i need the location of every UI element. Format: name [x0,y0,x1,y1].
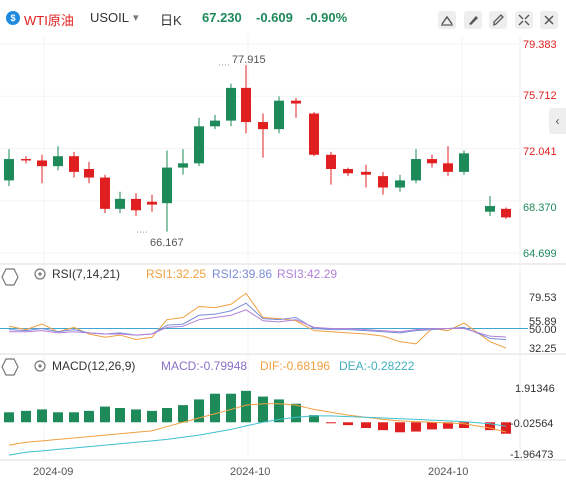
candle-body [84,169,94,178]
macd-line-dea [8,415,507,456]
candle-body [309,113,319,155]
macd-bar [69,412,79,423]
macd-bar [361,422,371,428]
candle-body [194,126,204,164]
candle-body [115,198,125,209]
macd-tick: -0.02564 [510,418,553,430]
macd-bar [4,412,14,423]
macd-bar [343,422,353,426]
candle-body [147,201,157,205]
rsi-title: RSI(7,14,21) [52,267,120,281]
macd-bar [115,408,125,423]
candle-body [427,159,437,164]
time-tick: 2024-09 [33,466,73,478]
candle-body [100,177,110,209]
candle-body [162,167,172,204]
rsi-lines [0,292,528,349]
candle-body [131,198,141,211]
macd-settings-icon[interactable] [1,358,19,376]
high-annotation: 77.915 [232,54,266,66]
chevron-left-icon[interactable]: ‹ [549,108,566,134]
low-annotation: 66.167 [150,237,184,249]
rsi-tick: 32.25 [529,343,557,355]
price-tick: 64.699 [523,248,557,260]
price-tick: 68.370 [523,202,557,214]
candle-body [274,100,284,130]
candle-body [258,122,268,130]
candle-body [501,208,511,218]
macd-bar [21,410,31,423]
dea-value: DEA:-0.28222 [339,359,415,373]
candle-body [459,153,469,172]
macd-value: MACD:-0.79948 [161,359,247,373]
rsi-line-rsi1 [8,292,507,349]
rsi-tick: 79.53 [529,292,557,304]
macd-bar [395,422,405,433]
macd-bar [258,396,268,423]
macd-plot [4,390,511,456]
macd-bar [326,422,336,424]
candle-body [361,171,371,175]
price-tick: 72.041 [523,146,557,158]
candle-body [210,120,220,127]
macd-bar [427,422,437,430]
candle-body [226,87,236,121]
candle-body [178,163,188,168]
price-tick: 75.712 [523,90,557,102]
candle-body [485,206,495,212]
rsi1-value: RSI1:32.25 [146,267,206,281]
macd-tick: 1.91346 [515,383,555,395]
candle-body [343,169,353,174]
macd-bar [378,422,388,431]
rsi-tick: 50.00 [529,324,557,336]
grid [0,36,520,460]
macd-bar [411,422,421,432]
macd-bar [131,409,141,423]
macd-bar [37,409,47,423]
candle-body [443,163,453,172]
macd-bar [84,410,94,423]
candle-body [291,100,301,104]
macd-bar [53,412,63,423]
candle-body [241,87,251,123]
candle-body [326,154,336,170]
candle-body [21,159,31,161]
price-tick: 79.383 [523,39,557,51]
candle-body [378,176,388,188]
macd-bar [162,408,172,423]
macd-bar [100,406,110,423]
macd-bar [291,403,301,423]
candle-body [411,159,421,181]
time-tick: 2024-10 [230,466,270,478]
candle-body [53,156,63,167]
macd-bar [210,393,220,423]
macd-bar [178,405,188,423]
macd-title: MACD(12,26,9) [52,359,135,373]
macd-tick: -1.96473 [510,449,553,461]
candle-body [69,156,79,172]
rsi3-value: RSI3:42.29 [277,267,337,281]
chart-canvas[interactable]: 79.383 75.712 72.041 68.370 64.699 77.91… [0,0,566,484]
macd-bar [147,410,157,423]
rsi2-value: RSI2:39.86 [212,267,272,281]
time-tick: 2024-10 [428,466,468,478]
candle-body [4,159,14,181]
rsi-line-rsi2 [8,302,507,341]
dif-value: DIF:-0.68196 [260,359,330,373]
candle-body [37,160,47,167]
candle-body [395,180,405,188]
rsi-settings-icon[interactable] [1,268,19,286]
